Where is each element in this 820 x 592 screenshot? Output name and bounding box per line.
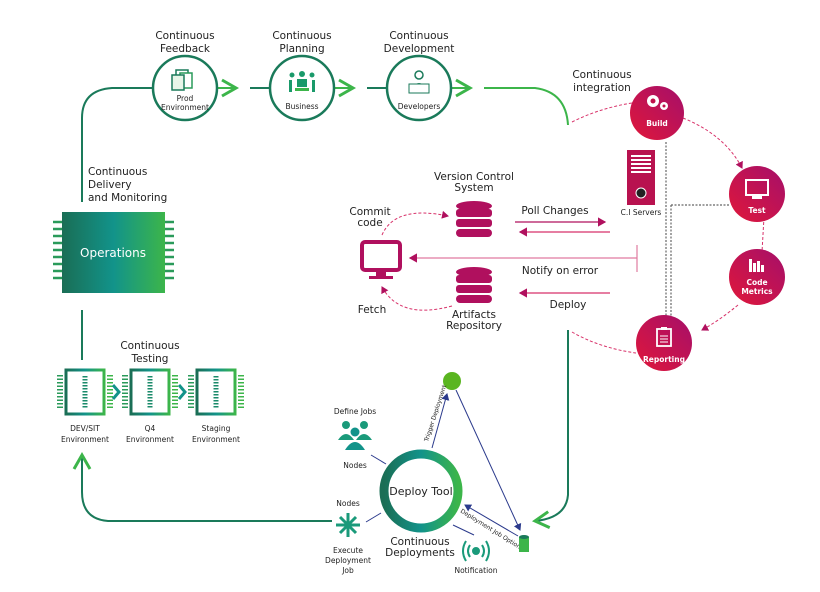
label: Q4 bbox=[145, 424, 156, 433]
label: Continuous bbox=[120, 340, 179, 352]
label: Deployments bbox=[385, 547, 455, 559]
label: Continuous bbox=[155, 30, 214, 42]
devops-diagram: Continuous Feedback Prod Environment Con… bbox=[53, 30, 785, 575]
continuous-development: Continuous Development Developers bbox=[384, 30, 455, 122]
ci-stage-code-metrics: Code Metrics bbox=[729, 249, 785, 305]
label: Test bbox=[748, 206, 766, 215]
continuous-deployments: Deploy Tool Continuous Deployments Trigg… bbox=[325, 372, 529, 575]
label: Metrics bbox=[741, 287, 773, 296]
version-control-flow: Version Control System Commit code Artif… bbox=[349, 171, 638, 332]
label: Notification bbox=[454, 566, 497, 575]
label: Execute bbox=[333, 546, 363, 555]
label: Poll Changes bbox=[521, 205, 588, 217]
operations-chip: Operations bbox=[53, 212, 174, 293]
label: Code bbox=[746, 278, 767, 287]
label: DEV/SIT bbox=[70, 424, 100, 433]
label: Continuous bbox=[572, 69, 631, 81]
label: Continuous bbox=[88, 166, 147, 178]
ci-stage-build: Build bbox=[630, 86, 684, 140]
label: System bbox=[454, 182, 493, 194]
label: Deployment bbox=[325, 556, 371, 565]
label: Deploy bbox=[550, 299, 587, 311]
label: C.I Servers bbox=[621, 208, 662, 217]
label: Nodes bbox=[343, 461, 367, 470]
database-icon bbox=[519, 535, 529, 552]
nodes-star-icon bbox=[336, 513, 360, 537]
label: Continuous bbox=[272, 30, 331, 42]
database-icon bbox=[456, 267, 492, 303]
label: Fetch bbox=[358, 304, 386, 316]
continuous-delivery: Continuous Delivery and Monitoring Opera… bbox=[53, 160, 174, 360]
label: Deploy Tool bbox=[389, 485, 452, 498]
monitor-icon bbox=[360, 240, 402, 279]
continuous-planning: Continuous Planning Business bbox=[268, 30, 336, 122]
label: Continuous bbox=[389, 30, 448, 42]
label: Delivery bbox=[88, 179, 132, 191]
label: Build bbox=[646, 119, 668, 128]
label: integration bbox=[573, 82, 631, 94]
env-chip-q4: Q4 Environment bbox=[122, 368, 178, 444]
env-chip-dev-sit: DEV/SIT Environment bbox=[57, 368, 113, 444]
chevron-right-icon bbox=[177, 384, 187, 400]
label: Feedback bbox=[160, 43, 211, 55]
ci-stage-reporting: Reporting bbox=[636, 315, 692, 371]
continuous-integration: Continuous integration Build Test Code M… bbox=[571, 69, 785, 371]
continuous-testing: Continuous Testing DEV/SIT Environment Q4… bbox=[57, 340, 244, 444]
ci-server: C.I Servers bbox=[621, 150, 662, 217]
label: Repository bbox=[446, 320, 502, 332]
label: code bbox=[357, 217, 382, 229]
label: Notify on error bbox=[522, 265, 599, 277]
label: Development bbox=[384, 43, 455, 55]
ci-stage-test: Test bbox=[729, 166, 785, 222]
label: Environment bbox=[192, 435, 240, 444]
label: Nodes bbox=[336, 499, 360, 508]
chevron-right-icon bbox=[111, 384, 121, 400]
label: Testing bbox=[131, 353, 169, 365]
label: Staging bbox=[202, 424, 231, 433]
label: Business bbox=[285, 102, 318, 111]
label: Job bbox=[341, 566, 354, 575]
continuous-feedback: Continuous Feedback Prod Environment bbox=[151, 30, 219, 122]
label: Environment bbox=[61, 435, 109, 444]
label: Prod bbox=[177, 94, 194, 103]
label: and Monitoring bbox=[88, 192, 167, 204]
label: Reporting bbox=[643, 355, 685, 364]
label: Operations bbox=[80, 246, 146, 260]
broadcast-icon bbox=[462, 540, 490, 562]
env-chip-staging: Staging Environment bbox=[188, 368, 244, 444]
label: Developers bbox=[398, 102, 441, 111]
label: Environment bbox=[161, 103, 209, 112]
users-group-icon bbox=[338, 421, 372, 450]
label: Environment bbox=[126, 435, 174, 444]
database-icon bbox=[456, 201, 492, 237]
label: Define Jobs bbox=[334, 407, 376, 416]
label: Planning bbox=[279, 43, 324, 55]
